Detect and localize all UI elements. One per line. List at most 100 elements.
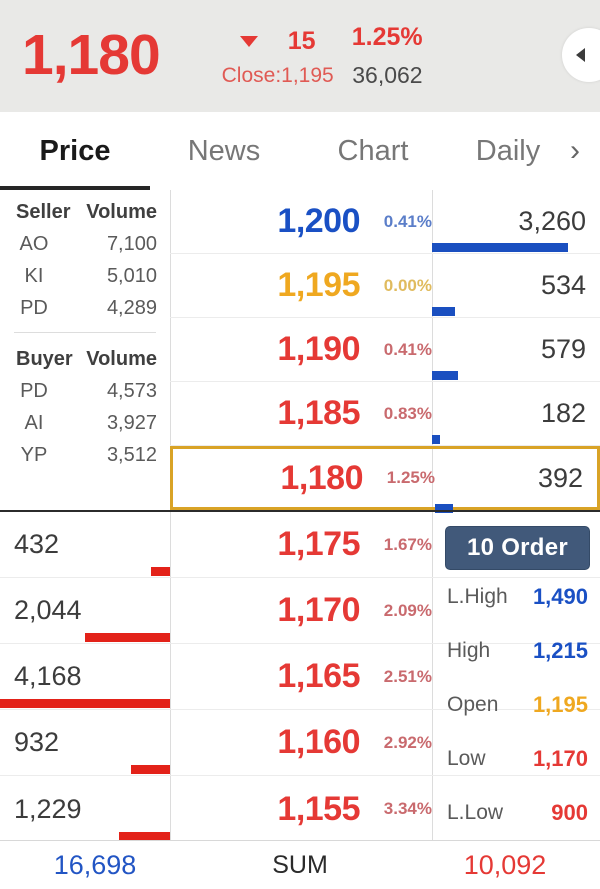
triangle-down-icon: [239, 35, 258, 47]
broker-divider: [14, 332, 156, 333]
tab-bar: Price News Chart Daily ›: [0, 112, 600, 190]
ask-row[interactable]: 1,190 0.41% 579: [170, 318, 600, 382]
ask-row[interactable]: 1,195 0.00% 534: [170, 254, 600, 318]
ask-volume-bar: [432, 243, 568, 252]
price-board-screen: 1,180 15 Close:1,195 1.25% 36,062 Price …: [0, 0, 600, 889]
ask-price: 1,200: [277, 202, 360, 240]
ask-percent: 0.00%: [383, 275, 432, 295]
ask-price-ladder: 1,200 0.41% 3,260 1,195 0.00% 534 1,190 0.41% 57…: [170, 190, 600, 513]
buyer-volume: 3,512: [106, 443, 157, 466]
ask-quantity: 392: [537, 462, 583, 493]
ask-price: 1,190: [277, 330, 360, 368]
buyer-row[interactable]: PD 4,573: [0, 375, 170, 407]
bid-quantity-row[interactable]: 932: [0, 710, 170, 776]
ask-price: 1,185: [277, 394, 360, 432]
chevron-left-icon: [575, 48, 585, 62]
buyer-volume: 3,927: [106, 411, 157, 434]
ask-percent: 0.83%: [383, 403, 432, 423]
bid-quantity-row[interactable]: 4,168: [0, 644, 170, 710]
buyer-header-row: Buyer Volume: [0, 343, 170, 375]
session-stat-row: High 1,215: [445, 624, 590, 678]
bid-volume-bar: [0, 699, 170, 708]
session-stats: L.High 1,490 High 1,215 Open 1,195 Low 1,170 L.L…: [445, 570, 590, 840]
seller-row[interactable]: KI 5,010: [0, 260, 170, 292]
tab-price[interactable]: Price: [0, 112, 150, 190]
session-stat-label: L.Low: [447, 801, 504, 824]
bid-quantity: 432: [14, 529, 60, 559]
bid-percent: 2.92%: [383, 732, 432, 752]
previous-close: Close:1,195: [221, 64, 334, 87]
seller-name: KI: [24, 264, 44, 287]
broker-panel: Seller Volume AO 7,100 KI 5,010 PD 4,289: [0, 190, 170, 510]
bid-section: 432 2,044 4,168 932 1,229 1,175 1.67% 1,170 2.0…: [0, 510, 600, 842]
bid-volume-bar: [130, 765, 170, 774]
seller-header-row: Seller Volume: [0, 196, 170, 228]
bid-percent: 1.67%: [383, 534, 432, 554]
session-stat-row: Open 1,195: [445, 678, 590, 732]
order-info-panel: 10 Order L.High 1,490 High 1,215 Open 1,195 Lo…: [433, 512, 600, 840]
buyer-col-label: Buyer: [16, 347, 73, 370]
ask-row[interactable]: 1,200 0.41% 3,260: [170, 190, 600, 254]
sum-label: SUM: [272, 850, 328, 879]
bid-sum: 16,698: [53, 849, 137, 880]
last-price: 1,180: [22, 22, 161, 87]
bid-quantity-row[interactable]: 2,044: [0, 578, 170, 644]
pct-volume-group: 1.25% 36,062: [352, 25, 423, 87]
ten-order-button[interactable]: 10 Order: [445, 526, 590, 570]
ask-row[interactable]: 1,185 0.83% 182: [170, 382, 600, 446]
bid-volume-bar: [85, 633, 170, 642]
change-percent: 1.25%: [351, 23, 423, 51]
seller-volume: 5,010: [106, 264, 157, 287]
bid-percent: 2.09%: [383, 600, 432, 620]
ask-row[interactable]: 1,180 1.25% 392: [170, 446, 600, 513]
tab-daily[interactable]: Daily: [448, 112, 568, 190]
seller-volume: 4,289: [106, 296, 157, 319]
seller-name: PD: [20, 296, 48, 319]
order-book: Seller Volume AO 7,100 KI 5,010 PD 4,289: [0, 190, 600, 842]
bid-price: 1,160: [277, 723, 360, 761]
ask-price: 1,180: [280, 458, 363, 497]
bid-quantity: 2,044: [14, 595, 82, 625]
ask-volume-bar: [432, 435, 441, 444]
ask-percent: 1.25%: [386, 468, 435, 487]
bid-quantity: 932: [14, 727, 60, 757]
prev-symbol-button[interactable]: [562, 28, 600, 82]
ask-volume-bar: [432, 371, 458, 380]
session-stat-label: L.High: [447, 585, 508, 608]
session-stat-value: 1,170: [532, 746, 588, 771]
session-stat-label: Open: [447, 693, 499, 716]
session-stat-label: High: [447, 639, 491, 662]
buyer-name: AI: [24, 411, 44, 434]
bid-price: 1,175: [277, 525, 360, 563]
total-volume: 36,062: [352, 62, 423, 88]
buyer-row[interactable]: YP 3,512: [0, 439, 170, 471]
seller-volume-col-label: Volume: [86, 200, 157, 223]
tab-news[interactable]: News: [150, 112, 298, 190]
ask-sum: 10,092: [463, 849, 547, 880]
ask-percent: 0.41%: [383, 339, 432, 359]
bid-quantity: 1,229: [14, 793, 82, 824]
buyer-volume: 4,573: [106, 379, 157, 402]
session-stat-row: L.High 1,490: [445, 570, 590, 624]
buyer-name: PD: [20, 379, 48, 402]
bid-price: 1,170: [277, 591, 360, 629]
change-group: 15 Close:1,195: [222, 26, 334, 86]
session-stat-value: 1,195: [532, 692, 588, 717]
ask-quantity: 182: [540, 398, 586, 428]
seller-row[interactable]: PD 4,289: [0, 292, 170, 324]
bid-percent: 3.34%: [383, 799, 432, 818]
bid-price: 1,165: [277, 657, 360, 695]
bid-quantity-column: 432 2,044 4,168 932 1,229: [0, 512, 170, 842]
bid-percent: 2.51%: [383, 666, 432, 686]
session-stat-value: 1,215: [532, 638, 588, 663]
session-stat-value: 1,490: [532, 584, 588, 609]
bid-quantity-row[interactable]: 1,229: [0, 776, 170, 842]
seller-row[interactable]: AO 7,100: [0, 228, 170, 260]
tab-chart[interactable]: Chart: [298, 112, 448, 190]
buyer-row[interactable]: AI 3,927: [0, 407, 170, 439]
seller-name: AO: [19, 232, 49, 255]
bid-quantity-row[interactable]: 432: [0, 512, 170, 578]
session-stat-label: Low: [447, 747, 486, 770]
quote-header: 1,180 15 Close:1,195 1.25% 36,062: [0, 0, 600, 112]
chevron-right-icon[interactable]: ›: [570, 112, 580, 190]
